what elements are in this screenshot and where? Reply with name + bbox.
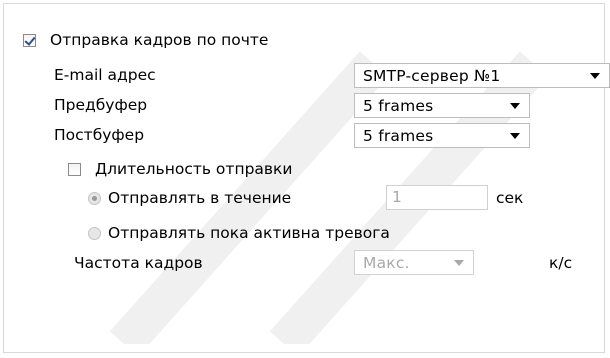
chevron-down-icon — [510, 132, 520, 139]
email-address-label: E-mail адрес — [54, 66, 156, 84]
send-during-row: Отправлять в течение — [88, 185, 291, 211]
send-during-unit: сек — [496, 189, 524, 207]
prebuffer-select[interactable]: 5 frames — [354, 93, 530, 118]
send-alarm-row: Отправлять пока активна тревога — [88, 220, 390, 246]
send-during-unit-row: сек — [496, 185, 523, 211]
duration-checkbox[interactable] — [68, 162, 81, 176]
prebuffer-row: Предбуфер — [54, 92, 147, 118]
chevron-down-icon — [510, 102, 520, 109]
email-address-row: E-mail адрес — [54, 62, 156, 88]
chevron-down-icon — [590, 72, 600, 79]
send-during-input[interactable]: 1 — [386, 185, 488, 210]
email-settings-panel: Отправка кадров по почте E-mail адрес SM… — [3, 3, 610, 353]
frame-rate-label: Частота кадров — [74, 254, 203, 272]
email-frames-label: Отправка кадров по почте — [50, 31, 269, 49]
send-during-label: Отправлять в течение — [108, 189, 292, 207]
send-while-alarm-label: Отправлять пока активна тревога — [108, 224, 390, 242]
email-address-select[interactable]: SMTP-сервер №1 — [354, 63, 610, 88]
prebuffer-value: 5 frames — [363, 96, 434, 115]
send-while-alarm-radio[interactable] — [88, 226, 101, 240]
frame-rate-unit-row: к/с — [549, 250, 572, 276]
email-frames-row: Отправка кадров по почте — [23, 27, 268, 53]
email-address-value: SMTP-сервер №1 — [363, 66, 501, 85]
frame-rate-unit: к/с — [549, 254, 573, 272]
postbuffer-label: Постбуфер — [54, 126, 145, 144]
prebuffer-label: Предбуфер — [54, 96, 148, 114]
postbuffer-select[interactable]: 5 frames — [354, 123, 530, 148]
frame-rate-select[interactable]: Макс. — [354, 250, 474, 275]
send-during-radio[interactable] — [88, 191, 101, 205]
postbuffer-row: Постбуфер — [54, 122, 144, 148]
email-frames-checkbox[interactable] — [23, 33, 36, 47]
chevron-down-icon — [454, 259, 464, 266]
frame-rate-value: Макс. — [363, 253, 410, 272]
duration-label: Длительность отправки — [95, 160, 293, 178]
postbuffer-value: 5 frames — [363, 126, 434, 145]
frame-rate-row: Частота кадров — [74, 250, 203, 276]
duration-row: Длительность отправки — [68, 156, 292, 182]
